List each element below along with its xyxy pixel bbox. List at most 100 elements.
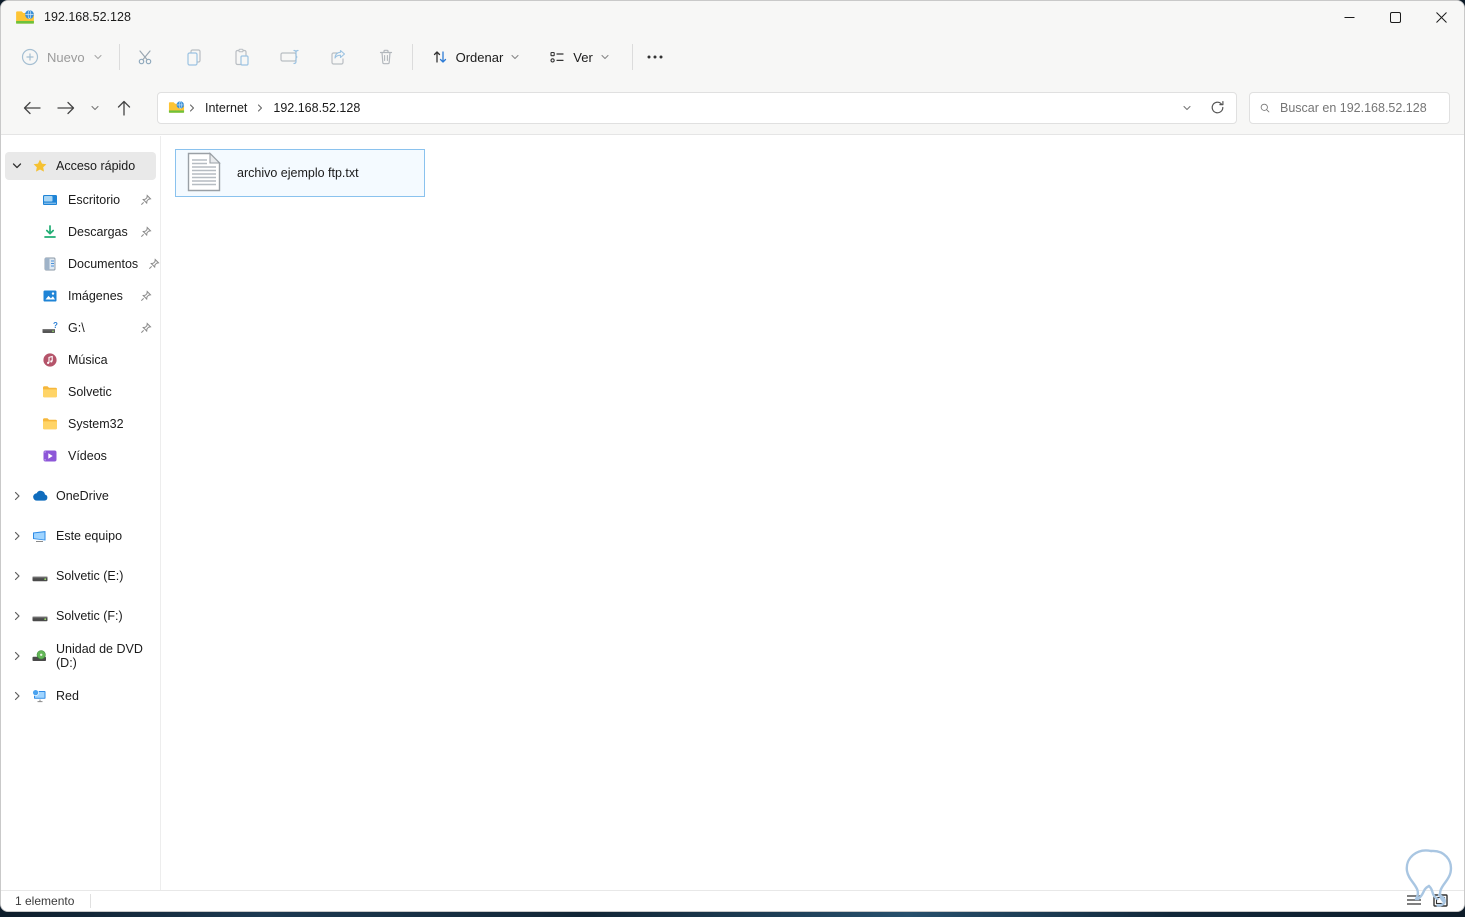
desktop-icon	[41, 192, 58, 209]
chevron-right-icon[interactable]	[11, 570, 23, 582]
title-bar: 192.168.52.128	[1, 1, 1464, 33]
main-area: Acceso rápido Escritorio Descargas Docum…	[1, 136, 1464, 890]
view-button-label: Ver	[573, 49, 593, 65]
chevron-right-icon[interactable]	[11, 690, 23, 702]
star-icon	[31, 158, 48, 175]
ftp-folder-icon	[168, 99, 185, 116]
chevron-down-icon	[91, 105, 99, 110]
sidebar-item-solvetic-folder[interactable]: Solvetic	[1, 376, 160, 408]
pin-icon	[140, 194, 152, 206]
sidebar-item-este-equipo[interactable]: Este equipo	[1, 520, 160, 552]
pin-icon	[140, 290, 152, 302]
sidebar-item-dvd-d[interactable]: Unidad de DVD (D:)	[1, 640, 160, 672]
chevron-down-icon	[601, 54, 609, 60]
sidebar-item-escritorio[interactable]: Escritorio	[1, 184, 160, 216]
file-item-selected[interactable]: archivo ejemplo ftp.txt	[175, 149, 425, 197]
thumbnail-view-toggle[interactable]	[1430, 892, 1450, 908]
file-name-label: archivo ejemplo ftp.txt	[237, 166, 359, 180]
details-view-icon	[1407, 895, 1421, 905]
recent-locations-button[interactable]	[83, 91, 107, 125]
chevron-right-icon[interactable]	[11, 530, 23, 542]
navigation-pane: Acceso rápido Escritorio Descargas Docum…	[1, 136, 161, 890]
plus-circle-icon	[21, 48, 39, 66]
sidebar-item-label: Descargas	[68, 225, 128, 239]
breadcrumb-internet[interactable]: Internet	[199, 98, 253, 118]
harddrive-icon	[31, 568, 48, 585]
maximize-button[interactable]	[1372, 1, 1418, 33]
downloads-icon	[41, 224, 58, 241]
cut-button[interactable]	[122, 37, 170, 77]
music-icon	[41, 352, 58, 369]
address-bar[interactable]: Internet 192.168.52.128	[157, 91, 1237, 124]
new-button[interactable]: Nuevo	[15, 39, 117, 75]
sidebar-item-descargas[interactable]: Descargas	[1, 216, 160, 248]
chevron-down-icon	[1183, 105, 1191, 110]
paste-button[interactable]	[218, 37, 266, 77]
back-arrow-icon	[23, 101, 41, 114]
sidebar-item-solvetic-f[interactable]: Solvetic (F:)	[1, 600, 160, 632]
network-icon	[31, 688, 48, 705]
view-button[interactable]: Ver	[536, 39, 622, 75]
sidebar-item-label: Solvetic (F:)	[56, 609, 123, 623]
statusbar-separator	[90, 894, 92, 908]
sidebar-item-onedrive[interactable]: OneDrive	[1, 480, 160, 512]
chevron-right-icon[interactable]	[11, 610, 23, 622]
details-view-toggle[interactable]	[1404, 892, 1424, 908]
command-toolbar: Nuevo Ordenar Ver	[1, 33, 1464, 81]
more-options-button[interactable]	[635, 37, 675, 77]
delete-button[interactable]	[362, 37, 410, 77]
close-button[interactable]	[1418, 1, 1464, 33]
videos-icon	[41, 448, 58, 465]
navigation-bar: Internet 192.168.52.128	[1, 81, 1464, 135]
text-file-icon	[187, 151, 221, 195]
refresh-button[interactable]	[1202, 94, 1232, 122]
status-bar: 1 elemento	[1, 890, 1464, 911]
toolbar-separator	[118, 44, 120, 70]
sidebar-item-documentos[interactable]: Documentos	[1, 248, 160, 280]
explorer-window: 192.168.52.128 Nuevo Ordenar Ver Interne…	[0, 0, 1465, 912]
share-button[interactable]	[314, 37, 362, 77]
minimize-button[interactable]	[1326, 1, 1372, 33]
sidebar-item-system32[interactable]: System32	[1, 408, 160, 440]
chevron-right-icon[interactable]	[11, 650, 23, 662]
back-button[interactable]	[15, 91, 49, 125]
computer-icon	[31, 528, 48, 545]
pin-icon	[140, 226, 152, 238]
address-dropdown-button[interactable]	[1172, 94, 1202, 122]
sidebar-item-solvetic-e[interactable]: Solvetic (E:)	[1, 560, 160, 592]
harddrive-icon	[31, 608, 48, 625]
refresh-icon	[1211, 101, 1223, 114]
sidebar-item-imagenes[interactable]: Imágenes	[1, 280, 160, 312]
breadcrumb-current-location[interactable]: 192.168.52.128	[267, 98, 366, 118]
sidebar-item-label: OneDrive	[56, 489, 109, 503]
pin-icon	[140, 322, 152, 334]
up-button[interactable]	[107, 91, 141, 125]
sidebar-item-quick-access[interactable]: Acceso rápido	[5, 152, 156, 180]
up-arrow-icon	[117, 100, 131, 116]
sidebar-item-label: Unidad de DVD (D:)	[56, 642, 143, 670]
forward-button[interactable]	[49, 91, 83, 125]
chevron-down-icon[interactable]	[11, 160, 23, 172]
file-list-area[interactable]: archivo ejemplo ftp.txt	[161, 136, 1464, 890]
sidebar-item-musica[interactable]: Música	[1, 344, 160, 376]
sidebar-item-drive-g[interactable]: ? G:\	[1, 312, 160, 344]
copy-button[interactable]	[170, 37, 218, 77]
sidebar-item-label: Solvetic	[68, 385, 112, 399]
share-icon	[330, 49, 345, 65]
sort-button[interactable]: Ordenar	[419, 39, 533, 75]
search-input[interactable]	[1280, 100, 1441, 115]
sidebar-item-label: Vídeos	[68, 449, 107, 463]
sort-icon	[433, 51, 446, 63]
rename-button[interactable]	[266, 37, 314, 77]
sidebar-item-label: Este equipo	[56, 529, 123, 543]
sidebar-item-videos[interactable]: Vídeos	[1, 440, 160, 472]
sidebar-item-red[interactable]: Red	[1, 680, 160, 712]
breadcrumb-chevron-icon	[187, 103, 197, 113]
new-button-label: Nuevo	[47, 49, 85, 65]
search-icon	[1260, 103, 1270, 112]
sidebar-item-label: Acceso rápido	[56, 159, 136, 173]
folder-icon	[41, 416, 58, 433]
sort-button-label: Ordenar	[455, 49, 504, 65]
search-box[interactable]	[1249, 91, 1450, 124]
chevron-right-icon[interactable]	[11, 490, 23, 502]
